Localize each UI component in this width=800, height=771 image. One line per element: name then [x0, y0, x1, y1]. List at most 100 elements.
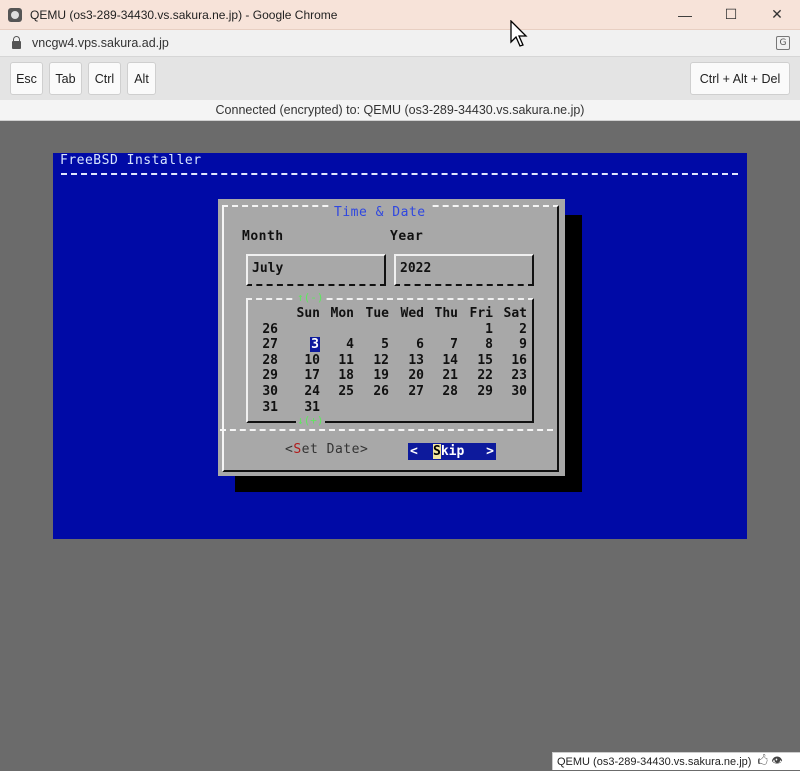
time-date-dialog: Time & Date Month Year July 2022 ↑(-) Su…	[218, 199, 565, 476]
calendar-day-number: 16	[511, 352, 527, 368]
skip-rest: kip	[440, 444, 465, 459]
calendar-day-number: 25	[338, 384, 354, 399]
calendar-day[interactable]: 29	[463, 384, 493, 399]
calendar-day-number: 6	[416, 337, 424, 353]
calendar-day-number: 4	[346, 337, 354, 353]
calendar-day[interactable]: 6	[394, 337, 424, 352]
tab-key-button[interactable]: Tab	[49, 62, 82, 95]
month-label: Month	[242, 229, 284, 244]
skip-label: Skip	[433, 443, 464, 460]
maximize-button[interactable]: ☐	[708, 0, 754, 30]
calendar-day-number: 28	[442, 384, 458, 399]
calendar-day-number: 7	[450, 337, 458, 353]
set-date-button[interactable]: <Set Date>	[285, 442, 368, 457]
calendar-day[interactable]: 5	[359, 337, 389, 352]
calendar-weekday-header: Sat	[503, 306, 527, 321]
mouse-cursor-icon	[510, 20, 528, 47]
calendar-day[interactable]: 10	[290, 353, 320, 368]
calendar-weekday-header: Thu	[434, 306, 458, 321]
calendar-day-number: 12	[373, 352, 389, 368]
minimize-button[interactable]: —	[662, 0, 708, 30]
ctrl-key-button[interactable]: Ctrl	[88, 62, 121, 95]
calendar-day[interactable]: 19	[359, 368, 389, 383]
calendar-week-number: 27	[262, 337, 278, 353]
calendar-weekday-header: Wed	[400, 306, 424, 321]
lock-icon[interactable]	[12, 36, 21, 49]
esc-key-button[interactable]: Esc	[10, 62, 43, 95]
calendar-week-number: 28	[262, 352, 278, 368]
calendar-day[interactable]: 18	[324, 368, 354, 383]
calendar-day-number: 22	[477, 368, 493, 384]
url-text[interactable]: vncgw4.vps.sakura.ad.jp	[32, 36, 776, 50]
calendar-day[interactable]: 23	[497, 368, 527, 383]
calendar-week-number: 26	[262, 321, 278, 337]
vnc-connection-text: QEMU (os3-289-34430.vs.sakura.ne.jp)	[557, 755, 752, 768]
calendar-day-number: 29	[477, 384, 493, 399]
installer-title: FreeBSD Installer	[60, 153, 202, 168]
calendar-day[interactable]: 20	[394, 368, 424, 383]
calendar-day[interactable]: 3	[290, 337, 320, 353]
calendar-day-number: 10	[304, 352, 320, 368]
calendar-day-number: 8	[485, 337, 493, 353]
calendar-day[interactable]: 15	[463, 353, 493, 368]
calendar-day[interactable]: 14	[428, 353, 458, 368]
month-field[interactable]: July	[246, 254, 386, 286]
window-title: QEMU (os3-289-34430.vs.sakura.ne.jp) - G…	[30, 7, 338, 22]
calendar-weekday-header: Sun	[296, 306, 320, 321]
calendar-weekday-header: Fri	[469, 306, 493, 321]
calendar-day-number: 17	[304, 368, 320, 384]
close-button[interactable]: ✕	[754, 0, 800, 30]
calendar-day-number: 31	[304, 399, 320, 415]
calendar-day[interactable]: 21	[428, 368, 458, 383]
window-titlebar: QEMU (os3-289-34430.vs.sakura.ne.jp) - G…	[0, 0, 800, 30]
calendar-day[interactable]: 7	[428, 337, 458, 352]
calendar-day-number: 23	[511, 368, 527, 384]
calendar-day[interactable]: 25	[324, 384, 354, 399]
dialog-title: Time & Date	[330, 205, 430, 220]
calendar-day[interactable]: 2	[497, 322, 527, 337]
calendar-day[interactable]: 30	[497, 384, 527, 399]
calendar-day[interactable]: 26	[359, 384, 389, 399]
calendar-day-number: 18	[338, 368, 354, 384]
calendar-week-number: 29	[262, 368, 278, 384]
ctrl-alt-del-button[interactable]: Ctrl + Alt + Del	[690, 62, 790, 95]
skip-open: <	[410, 444, 418, 459]
calendar-day-number: 13	[408, 352, 424, 368]
calendar-day[interactable]: 1	[463, 322, 493, 337]
calendar-day-number: 11	[338, 352, 354, 368]
calendar-day-number: 2	[519, 321, 527, 337]
calendar-day[interactable]: 12	[359, 353, 389, 368]
calendar-day[interactable]: 8	[463, 337, 493, 352]
address-bar[interactable]: vncgw4.vps.sakura.ad.jp G	[0, 30, 800, 57]
calendar[interactable]: ↑(-) Sun Mon Tue Wed Thu Fri Sat 26 1 2 27 3 4 5 6 7 8 9 2…	[246, 291, 534, 427]
vnc-screen[interactable]: FreeBSD Installer Time & Date Month Year…	[53, 153, 747, 539]
calendar-day[interactable]: 4	[324, 337, 354, 352]
calendar-scroll-down[interactable]: ↓(+)	[296, 414, 325, 427]
year-label: Year	[390, 229, 424, 244]
calendar-day[interactable]: 17	[290, 368, 320, 383]
calendar-day[interactable]: 9	[497, 337, 527, 352]
calendar-day[interactable]: 24	[290, 384, 320, 399]
calendar-day[interactable]: 13	[394, 353, 424, 368]
calendar-day[interactable]: 27	[394, 384, 424, 399]
skip-close: >	[486, 444, 494, 459]
calendar-day-number: 27	[408, 384, 424, 399]
calendar-day-selected: 3	[310, 337, 320, 353]
calendar-day-number: 24	[304, 384, 320, 399]
calendar-day[interactable]: 16	[497, 353, 527, 368]
year-field[interactable]: 2022	[394, 254, 534, 286]
calendar-weekday-header: Mon	[330, 306, 354, 321]
calendar-day[interactable]: 31	[290, 400, 320, 415]
calendar-day[interactable]: 22	[463, 368, 493, 383]
calendar-day[interactable]: 28	[428, 384, 458, 399]
calendar-day-number: 9	[519, 337, 527, 353]
alt-key-button[interactable]: Alt	[127, 62, 156, 95]
connection-status: Connected (encrypted) to: QEMU (os3-289-…	[0, 100, 800, 121]
calendar-scroll-up[interactable]: ↑(-)	[296, 291, 325, 304]
calendar-day[interactable]: 11	[324, 353, 354, 368]
calendar-day-number: 19	[373, 368, 389, 384]
calendar-weekday-header: Tue	[365, 306, 389, 321]
translate-icon[interactable]: G	[776, 36, 790, 50]
viewer-control-icons[interactable]: 🖒 👁	[757, 752, 782, 771]
skip-button[interactable]: < Skip >	[408, 443, 496, 460]
